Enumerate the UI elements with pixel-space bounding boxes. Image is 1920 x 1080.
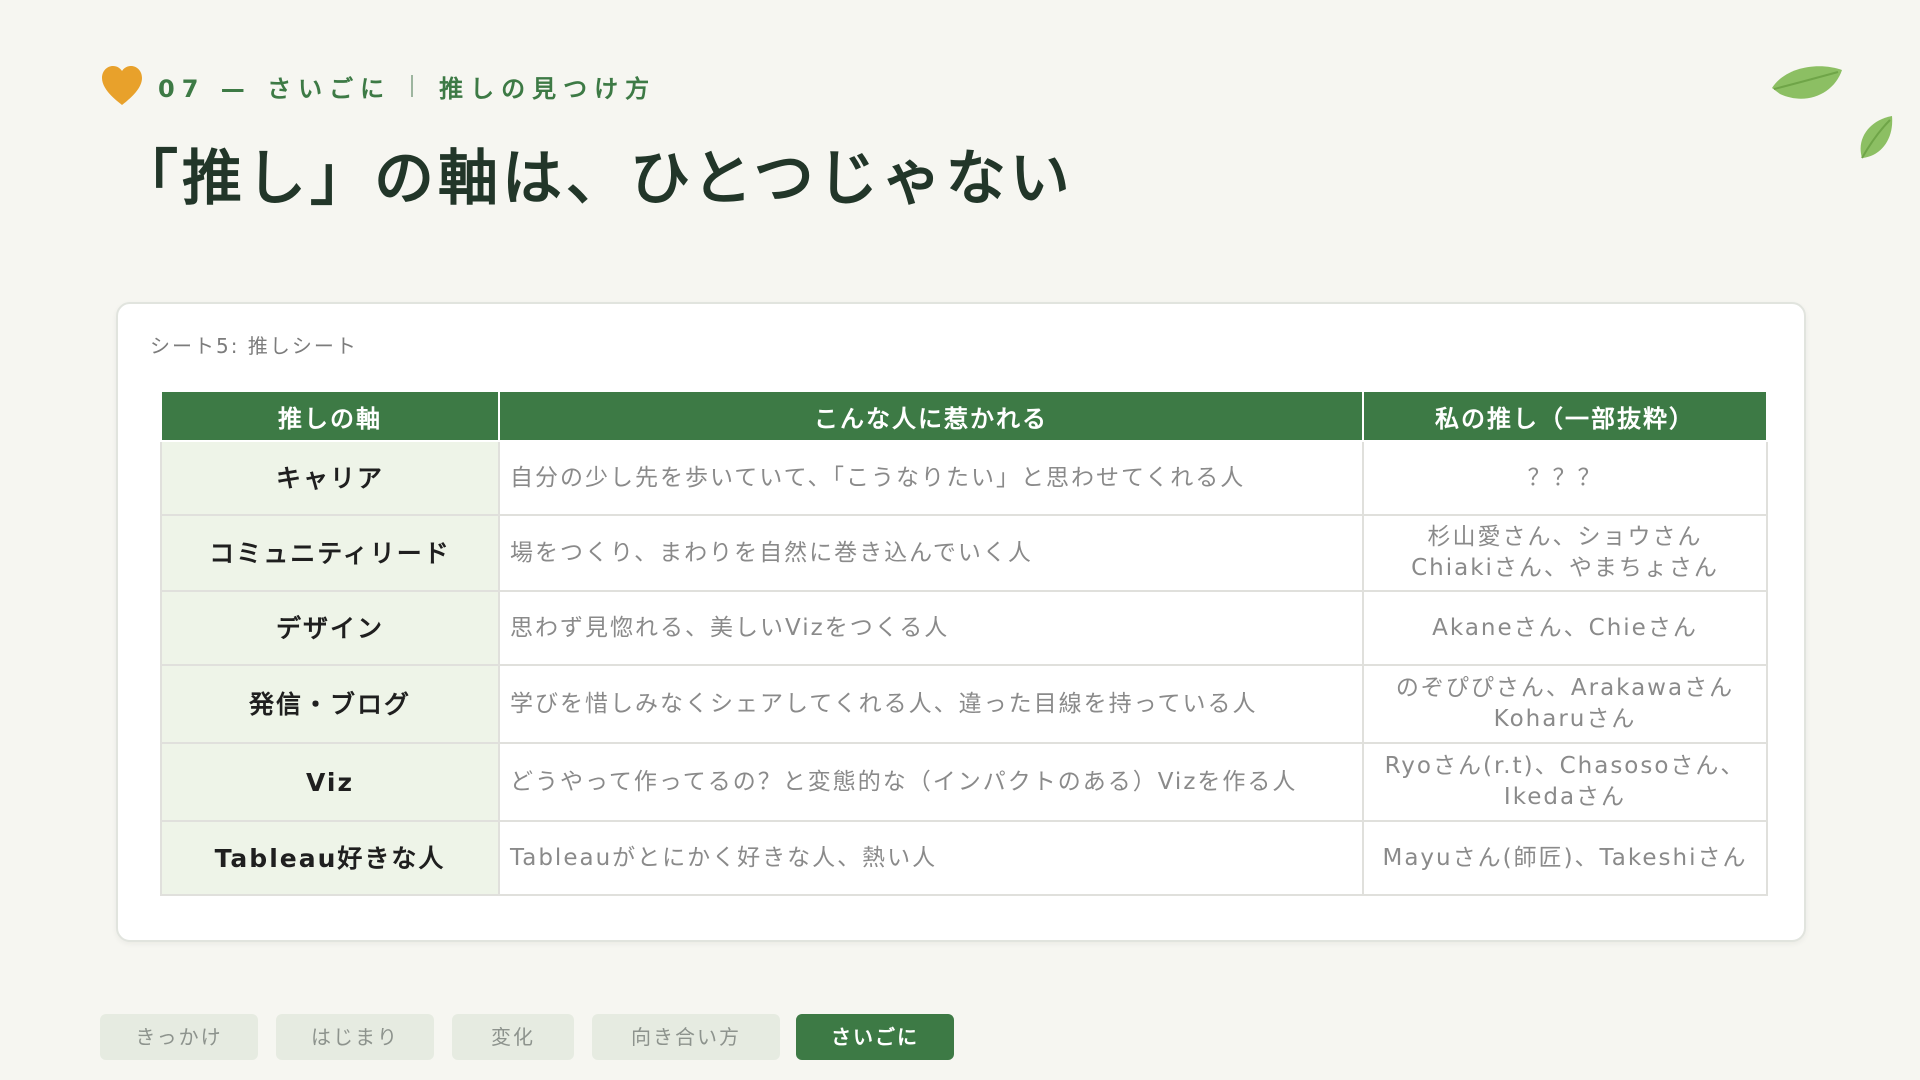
oshi-sheet-card: シート5: 推しシート 推しの軸 こんな人に惹かれる 私の推し（一部抜粋） キャ… xyxy=(116,302,1806,942)
people-line: Koharuさん xyxy=(1493,706,1637,732)
nav-tab-henka[interactable]: 変化 xyxy=(452,1014,574,1060)
axis-cell: Tableau好きな人 xyxy=(160,820,500,896)
people-line: Ryoさん(r.t)、Chasosoさん、 xyxy=(1384,753,1746,779)
description-cell: 自分の少し先を歩いていて、「こうなりたい」と思わせてくれる人 xyxy=(498,440,1364,516)
description-cell: どうやって作ってるの？と変態的な（インパクトのある）Vizを作る人 xyxy=(498,742,1364,822)
table-row: Viz どうやって作ってるの？と変態的な（インパクトのある）Vizを作る人 Ry… xyxy=(160,742,1768,822)
axis-cell: Viz xyxy=(160,742,500,822)
people-cell: 杉山愛さん、ショウさん Chiakiさん、やまちょさん xyxy=(1362,514,1768,592)
kicker-divider xyxy=(411,75,414,97)
people-cell: Akaneさん、Chieさん xyxy=(1362,590,1768,666)
people-cell: Mayuさん(師匠)、Takeshiさん xyxy=(1362,820,1768,896)
column-header: 推しの軸 xyxy=(160,390,500,442)
table-row: キャリア 自分の少し先を歩いていて、「こうなりたい」と思わせてくれる人 ？？？ xyxy=(160,440,1768,516)
section-subtitle: 推しの見つけ方 xyxy=(439,74,657,103)
people-cell: Ryoさん(r.t)、Chasosoさん、 Ikedaさん xyxy=(1362,742,1768,822)
axis-cell: キャリア xyxy=(160,440,500,516)
people-line: Ikedaさん xyxy=(1503,784,1627,810)
people-line: 杉山愛さん、ショウさん xyxy=(1427,524,1703,550)
axis-cell: デザイン xyxy=(160,590,500,666)
section-label: 07 — さいごに xyxy=(158,74,392,103)
people-line: Chiakiさん、やまちょさん xyxy=(1411,555,1719,581)
column-header: こんな人に惹かれる xyxy=(498,390,1364,442)
table-row: 発信・ブログ 学びを惜しみなくシェアしてくれる人、違った目線を持っている人 のぞ… xyxy=(160,664,1768,744)
people-line: Mayuさん(師匠)、Takeshiさん xyxy=(1382,844,1748,871)
table-row: コミュニティリード 場をつくり、まわりを自然に巻き込んでいく人 杉山愛さん、ショ… xyxy=(160,514,1768,592)
section-kicker: 07 — さいごに 推しの見つけ方 xyxy=(98,62,656,110)
nav-tab-kikkake[interactable]: きっかけ xyxy=(100,1014,258,1060)
nav-tab-mukiaikata[interactable]: 向き合い方 xyxy=(592,1014,780,1060)
card-caption: シート5: 推しシート xyxy=(150,334,358,358)
people-cell: ？？？ xyxy=(1362,440,1768,516)
description-cell: 場をつくり、まわりを自然に巻き込んでいく人 xyxy=(498,514,1364,592)
axis-cell: コミュニティリード xyxy=(160,514,500,592)
people-line: のぞぴぴさん、Arakawaさん xyxy=(1395,675,1735,701)
heart-icon xyxy=(102,66,142,105)
people-line: Akaneさん、Chieさん xyxy=(1432,614,1698,641)
table-row: デザイン 思わず見惚れる、美しいVizをつくる人 Akaneさん、Chieさん xyxy=(160,590,1768,666)
people-line: ？？？ xyxy=(1527,464,1603,491)
nav-tab-hajimari[interactable]: はじまり xyxy=(276,1014,434,1060)
description-cell: Tableauがとにかく好きな人、熱い人 xyxy=(498,820,1364,896)
oshi-table: 推しの軸 こんな人に惹かれる 私の推し（一部抜粋） キャリア 自分の少し先を歩い… xyxy=(160,390,1768,896)
page-title: 「推し」の軸は、ひとつじゃない xyxy=(118,144,1074,214)
leaf-icon xyxy=(1860,116,1893,159)
nav-tab-saigoni[interactable]: さいごに xyxy=(796,1014,954,1060)
leaf-icon xyxy=(1772,66,1842,99)
people-cell: のぞぴぴさん、Arakawaさん Koharuさん xyxy=(1362,664,1768,744)
axis-cell: 発信・ブログ xyxy=(160,664,500,744)
column-header: 私の推し（一部抜粋） xyxy=(1362,390,1768,442)
table-header-row: 推しの軸 こんな人に惹かれる 私の推し（一部抜粋） xyxy=(160,390,1768,442)
table-row: Tableau好きな人 Tableauがとにかく好きな人、熱い人 Mayuさん(… xyxy=(160,820,1768,896)
description-cell: 学びを惜しみなくシェアしてくれる人、違った目線を持っている人 xyxy=(498,664,1364,744)
description-cell: 思わず見惚れる、美しいVizをつくる人 xyxy=(498,590,1364,666)
